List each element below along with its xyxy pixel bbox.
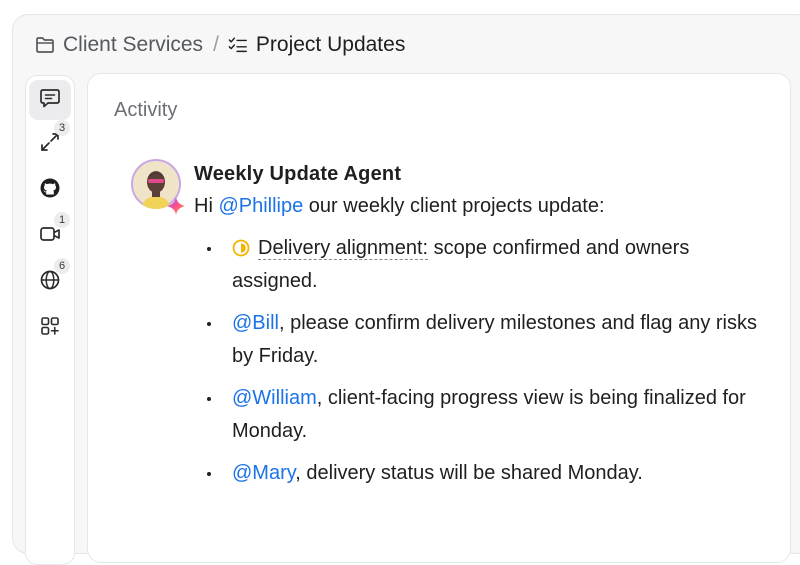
breadcrumb-current[interactable]: Project Updates [228, 33, 405, 57]
breadcrumb-folder[interactable]: Client Services [35, 33, 203, 57]
message-author[interactable]: Weekly Update Agent [194, 160, 764, 188]
rail-video-button[interactable]: 1 [29, 212, 71, 256]
breadcrumb-separator: / [213, 33, 219, 56]
in-progress-status-icon [232, 235, 250, 257]
github-icon [39, 177, 61, 204]
intro-suffix: our weekly client projects update: [303, 195, 605, 217]
side-rail: 3 1 6 [25, 75, 75, 565]
message-intro: Hi @Phillipe our weekly client projects … [194, 190, 764, 222]
mention-link[interactable]: @Phillipe [218, 195, 303, 217]
mention-link[interactable]: @Mary [232, 462, 295, 484]
message: Weekly Update Agent Hi @Phillipe our wee… [194, 160, 764, 499]
breadcrumb-folder-label: Client Services [63, 33, 204, 56]
breadcrumb-current-label: Project Updates [255, 33, 406, 56]
rail-github-button[interactable] [29, 170, 71, 210]
list-item-text: , please confirm delivery milestones and… [232, 312, 757, 367]
list-item: Delivery alignment: scope confirmed and … [194, 232, 764, 298]
mention-link[interactable]: @Bill [232, 312, 279, 334]
sparkle-icon [166, 196, 186, 216]
task-link[interactable]: Delivery alignment: [258, 237, 429, 260]
update-list: Delivery alignment: scope confirmed and … [194, 232, 764, 490]
rail-globe-button[interactable]: 6 [29, 258, 71, 302]
mention-link[interactable]: @William [232, 387, 317, 409]
app-window: Client Services / Project Updates 3 1 6 … [12, 14, 800, 565]
rail-badge: 6 [54, 258, 70, 274]
list-item-text: , delivery status will be shared Monday. [295, 462, 643, 484]
list-item: @Mary, delivery status will be shared Mo… [194, 457, 764, 490]
folder-icon [35, 35, 55, 55]
activity-panel: Activity Weekly Update Agent Hi @Phillip… [87, 73, 791, 563]
checklist-icon [228, 35, 248, 55]
rail-sync-button[interactable]: 3 [29, 120, 71, 164]
comment-icon [39, 87, 61, 114]
intro-prefix: Hi [194, 195, 219, 217]
breadcrumb: Client Services / Project Updates [35, 31, 405, 59]
rail-add-app-button[interactable] [29, 308, 71, 348]
rail-badge: 1 [54, 212, 70, 228]
rail-badge: 3 [54, 120, 70, 136]
add-app-icon [39, 315, 61, 342]
list-item: @Bill, please confirm delivery milestone… [194, 307, 764, 373]
rail-comments-button[interactable] [29, 80, 71, 120]
panel-title: Activity [114, 99, 178, 121]
list-item: @William, client-facing progress view is… [194, 382, 764, 448]
